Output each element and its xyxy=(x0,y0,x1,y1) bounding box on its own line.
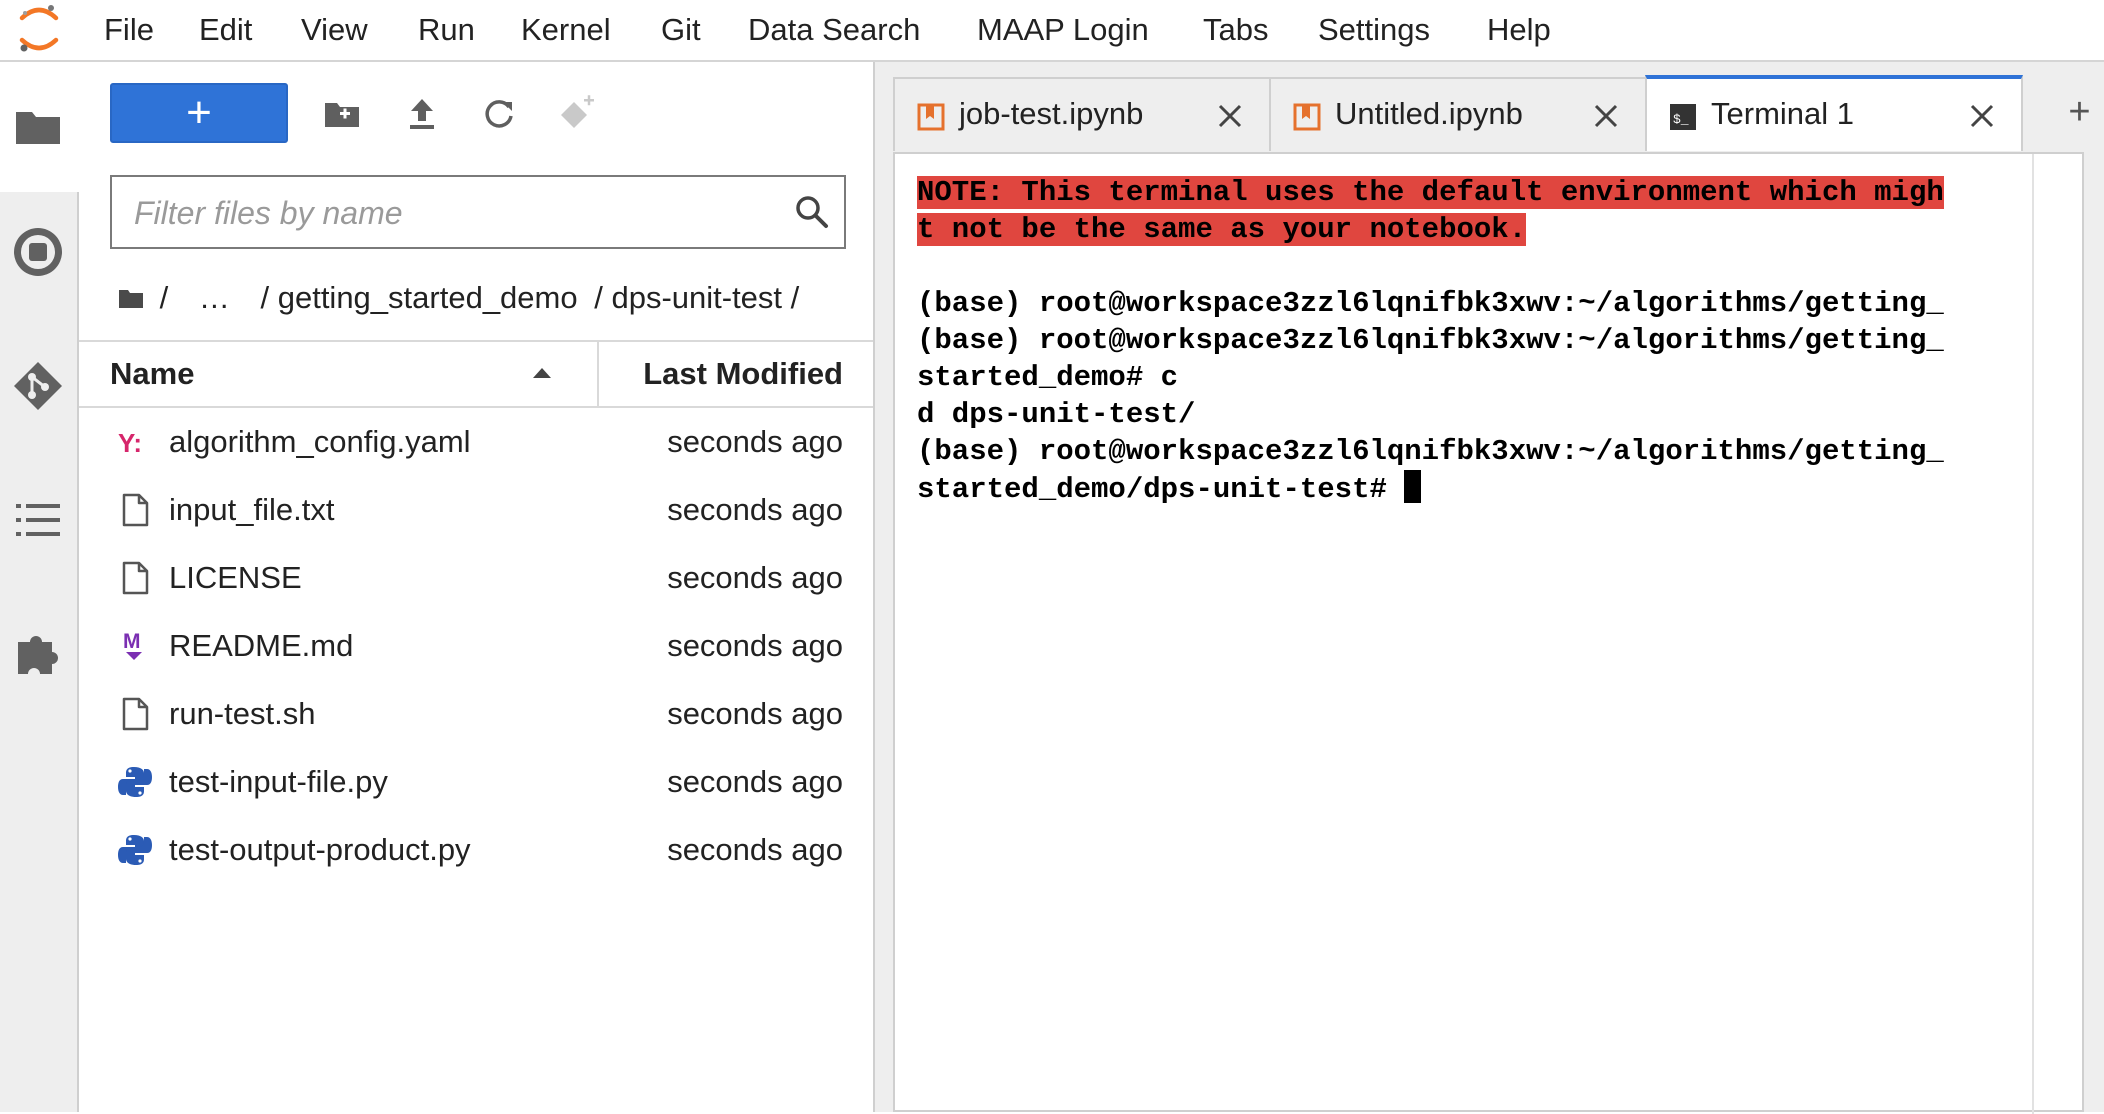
column-header-name[interactable]: Name xyxy=(110,342,194,406)
terminal-line: (base) root@workspace3zzl6lqnifbk3xwv:~/… xyxy=(917,435,1944,468)
menu-bar: File Edit View Run Kernel Git Data Searc… xyxy=(0,0,2104,62)
file-modified: seconds ago xyxy=(667,764,843,799)
main-dock-area: job-test.ipynb Untitled.ipynb $_ Termina… xyxy=(875,62,2104,1114)
svg-text:Y:: Y: xyxy=(118,428,142,458)
yaml-icon: Y: xyxy=(118,428,142,458)
file-icon xyxy=(122,493,149,527)
menu-git[interactable]: Git xyxy=(661,10,701,50)
file-name: algorithm_config.yaml xyxy=(169,424,471,459)
git-icon[interactable] xyxy=(12,360,64,412)
file-name: LICENSE xyxy=(169,560,302,595)
filter-files-box xyxy=(110,175,846,249)
tab-label: Terminal 1 xyxy=(1711,96,1854,131)
svg-text:$_: $_ xyxy=(1673,112,1689,127)
terminal-prompt-line: started_demo/dps-unit-test# xyxy=(917,473,1405,506)
column-resize-handle[interactable] xyxy=(597,342,599,406)
terminal-panel[interactable]: NOTE: This terminal uses the default env… xyxy=(893,152,2084,1114)
refresh-icon[interactable] xyxy=(479,94,519,134)
menu-file[interactable]: File xyxy=(104,10,154,50)
menu-edit[interactable]: Edit xyxy=(199,10,252,50)
file-modified: seconds ago xyxy=(667,696,843,731)
file-browser-panel: + / … / getting_started_demo / dps-unit-… xyxy=(79,62,875,1112)
jupyter-logo-icon xyxy=(19,5,59,52)
menu-run[interactable]: Run xyxy=(418,10,475,50)
file-name: README.md xyxy=(169,628,354,663)
new-tab-button[interactable]: + xyxy=(2055,77,2104,151)
breadcrumb-dps-unit-test[interactable]: / dps-unit-test / xyxy=(594,276,799,320)
terminal-line: (base) root@workspace3zzl6lqnifbk3xwv:~/… xyxy=(917,324,1944,357)
file-name: input_file.txt xyxy=(169,492,335,527)
filter-files-input[interactable] xyxy=(132,177,756,249)
file-list-header: Name Last Modified xyxy=(79,340,873,408)
breadcrumb-root[interactable]: / xyxy=(160,276,169,320)
terminal-line: started_demo# c xyxy=(917,361,1179,394)
close-icon[interactable] xyxy=(1967,101,1997,131)
file-name: test-output-product.py xyxy=(169,832,471,867)
menu-tabs[interactable]: Tabs xyxy=(1203,10,1268,50)
new-folder-icon[interactable] xyxy=(322,94,362,134)
close-icon[interactable] xyxy=(1591,101,1621,131)
running-icon[interactable] xyxy=(12,226,64,278)
menu-view[interactable]: View xyxy=(301,10,368,50)
tab-untitled-ipynb[interactable]: Untitled.ipynb xyxy=(1269,77,1647,151)
file-modified: seconds ago xyxy=(667,832,843,867)
file-row[interactable]: Y: algorithm_config.yaml seconds ago xyxy=(79,408,873,476)
markdown-icon: M xyxy=(123,630,142,660)
breadcrumb-getting-started-demo[interactable]: / getting_started_demo xyxy=(261,276,578,320)
table-of-contents-icon[interactable] xyxy=(12,494,64,546)
file-row[interactable]: input_file.txt seconds ago xyxy=(79,476,873,544)
terminal-output: NOTE: This terminal uses the default env… xyxy=(917,174,2033,507)
file-modified: seconds ago xyxy=(667,492,843,527)
terminal-icon: $_ xyxy=(1670,104,1696,130)
file-row[interactable]: run-test.sh seconds ago xyxy=(79,680,873,748)
file-icon xyxy=(122,697,149,731)
tab-label: job-test.ipynb xyxy=(959,96,1144,131)
menu-help[interactable]: Help xyxy=(1487,10,1551,50)
git-clone-icon xyxy=(561,95,594,128)
terminal-warning-line: t not be the same as your notebook. xyxy=(917,213,1527,246)
menu-maap-login[interactable]: MAAP Login xyxy=(977,10,1149,50)
svg-text:M: M xyxy=(123,630,141,653)
tab-terminal-1[interactable]: $_ Terminal 1 xyxy=(1645,75,2023,151)
notebook-icon xyxy=(917,103,945,131)
terminal-line: d dps-unit-test/ xyxy=(917,398,1196,431)
terminal-cursor xyxy=(1404,470,1422,503)
file-modified: seconds ago xyxy=(667,560,843,595)
file-row[interactable]: test-output-product.py seconds ago xyxy=(79,816,873,884)
tab-job-test-ipynb[interactable]: job-test.ipynb xyxy=(893,77,1271,151)
search-icon xyxy=(796,196,828,228)
terminal-warning-line: NOTE: This terminal uses the default env… xyxy=(917,176,1944,209)
file-list: Y: algorithm_config.yaml seconds ago inp… xyxy=(79,408,873,884)
menu-data-search[interactable]: Data Search xyxy=(748,10,920,50)
menu-settings[interactable]: Settings xyxy=(1318,10,1430,50)
menu-kernel[interactable]: Kernel xyxy=(521,10,611,50)
close-icon[interactable] xyxy=(1215,101,1245,131)
home-folder-icon[interactable] xyxy=(117,284,145,312)
file-row[interactable]: test-input-file.py seconds ago xyxy=(79,748,873,816)
notebook-icon xyxy=(1293,103,1321,131)
file-name: run-test.sh xyxy=(169,696,316,731)
activity-bar xyxy=(0,62,79,1112)
breadcrumb: / … / getting_started_demo / dps-unit-te… xyxy=(117,274,799,318)
new-launcher-label: + xyxy=(186,88,212,137)
file-icon xyxy=(122,561,149,595)
file-row[interactable]: LICENSE seconds ago xyxy=(79,544,873,612)
new-launcher-button[interactable]: + xyxy=(110,83,288,143)
python-icon xyxy=(118,835,152,865)
folder-icon[interactable] xyxy=(12,100,64,152)
extension-icon[interactable] xyxy=(12,628,64,680)
upload-icon[interactable] xyxy=(402,94,442,134)
python-icon xyxy=(118,767,152,797)
file-modified: seconds ago xyxy=(667,424,843,459)
terminal-line: (base) root@workspace3zzl6lqnifbk3xwv:~/… xyxy=(917,287,1944,320)
column-header-last-modified[interactable]: Last Modified xyxy=(643,342,843,406)
sort-ascending-icon[interactable] xyxy=(530,362,554,382)
tab-bar: job-test.ipynb Untitled.ipynb $_ Termina… xyxy=(893,75,2104,151)
breadcrumb-ellipsis[interactable]: … xyxy=(199,276,230,320)
file-modified: seconds ago xyxy=(667,628,843,663)
file-row[interactable]: M README.md seconds ago xyxy=(79,612,873,680)
tab-label: Untitled.ipynb xyxy=(1335,96,1523,131)
file-name: test-input-file.py xyxy=(169,764,388,799)
